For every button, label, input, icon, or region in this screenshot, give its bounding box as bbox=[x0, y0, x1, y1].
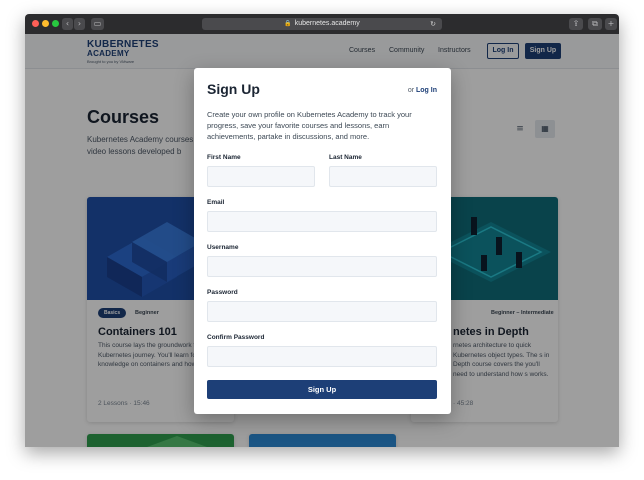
browser-window: ‹ › ▭ 🔒 kubernetes.academy ↻ ⇪ ⧉ + KUBERN… bbox=[25, 14, 619, 447]
modal-title: Sign Up bbox=[207, 81, 260, 97]
modal-login-prompt: or Log In bbox=[408, 87, 437, 94]
last-name-label: Last Name bbox=[329, 154, 362, 161]
share-icon[interactable]: ⇪ bbox=[569, 18, 583, 30]
email-field[interactable] bbox=[207, 211, 437, 232]
forward-icon[interactable]: › bbox=[74, 18, 85, 30]
tabs-icon[interactable]: ⧉ bbox=[588, 18, 602, 30]
username-label: Username bbox=[207, 244, 239, 251]
or-text: or bbox=[407, 87, 415, 94]
password-label: Password bbox=[207, 289, 238, 296]
back-icon[interactable]: ‹ bbox=[62, 18, 73, 30]
page: KUBERNETES ACADEMY Brought to you by VMw… bbox=[25, 34, 619, 447]
reload-icon[interactable]: ↻ bbox=[430, 18, 436, 30]
modal-intro: Create your own profile on Kubernetes Ac… bbox=[207, 110, 412, 141]
username-field[interactable] bbox=[207, 256, 437, 277]
sidebar-icon[interactable]: ▭ bbox=[91, 18, 104, 30]
minimize-window-button[interactable] bbox=[42, 20, 49, 27]
last-name-field[interactable] bbox=[329, 166, 437, 187]
modal-login-link[interactable]: Log In bbox=[416, 87, 437, 94]
browser-titlebar: ‹ › ▭ 🔒 kubernetes.academy ↻ ⇪ ⧉ + bbox=[25, 14, 619, 34]
confirm-password-label: Confirm Password bbox=[207, 334, 265, 341]
maximize-window-button[interactable] bbox=[52, 20, 59, 27]
first-name-field[interactable] bbox=[207, 166, 315, 187]
email-label: Email bbox=[207, 199, 225, 206]
address-bar[interactable]: 🔒 kubernetes.academy ↻ bbox=[202, 18, 442, 30]
password-field[interactable] bbox=[207, 301, 437, 322]
first-name-label: First Name bbox=[207, 154, 241, 161]
signup-submit-button[interactable]: Sign Up bbox=[207, 380, 437, 399]
lock-icon: 🔒 bbox=[284, 20, 292, 27]
address-text: kubernetes.academy bbox=[294, 20, 360, 27]
signup-modal: Sign Up or Log In Create your own profil… bbox=[194, 68, 451, 414]
close-window-button[interactable] bbox=[32, 20, 39, 27]
confirm-password-field[interactable] bbox=[207, 346, 437, 367]
new-tab-icon[interactable]: + bbox=[605, 18, 617, 30]
